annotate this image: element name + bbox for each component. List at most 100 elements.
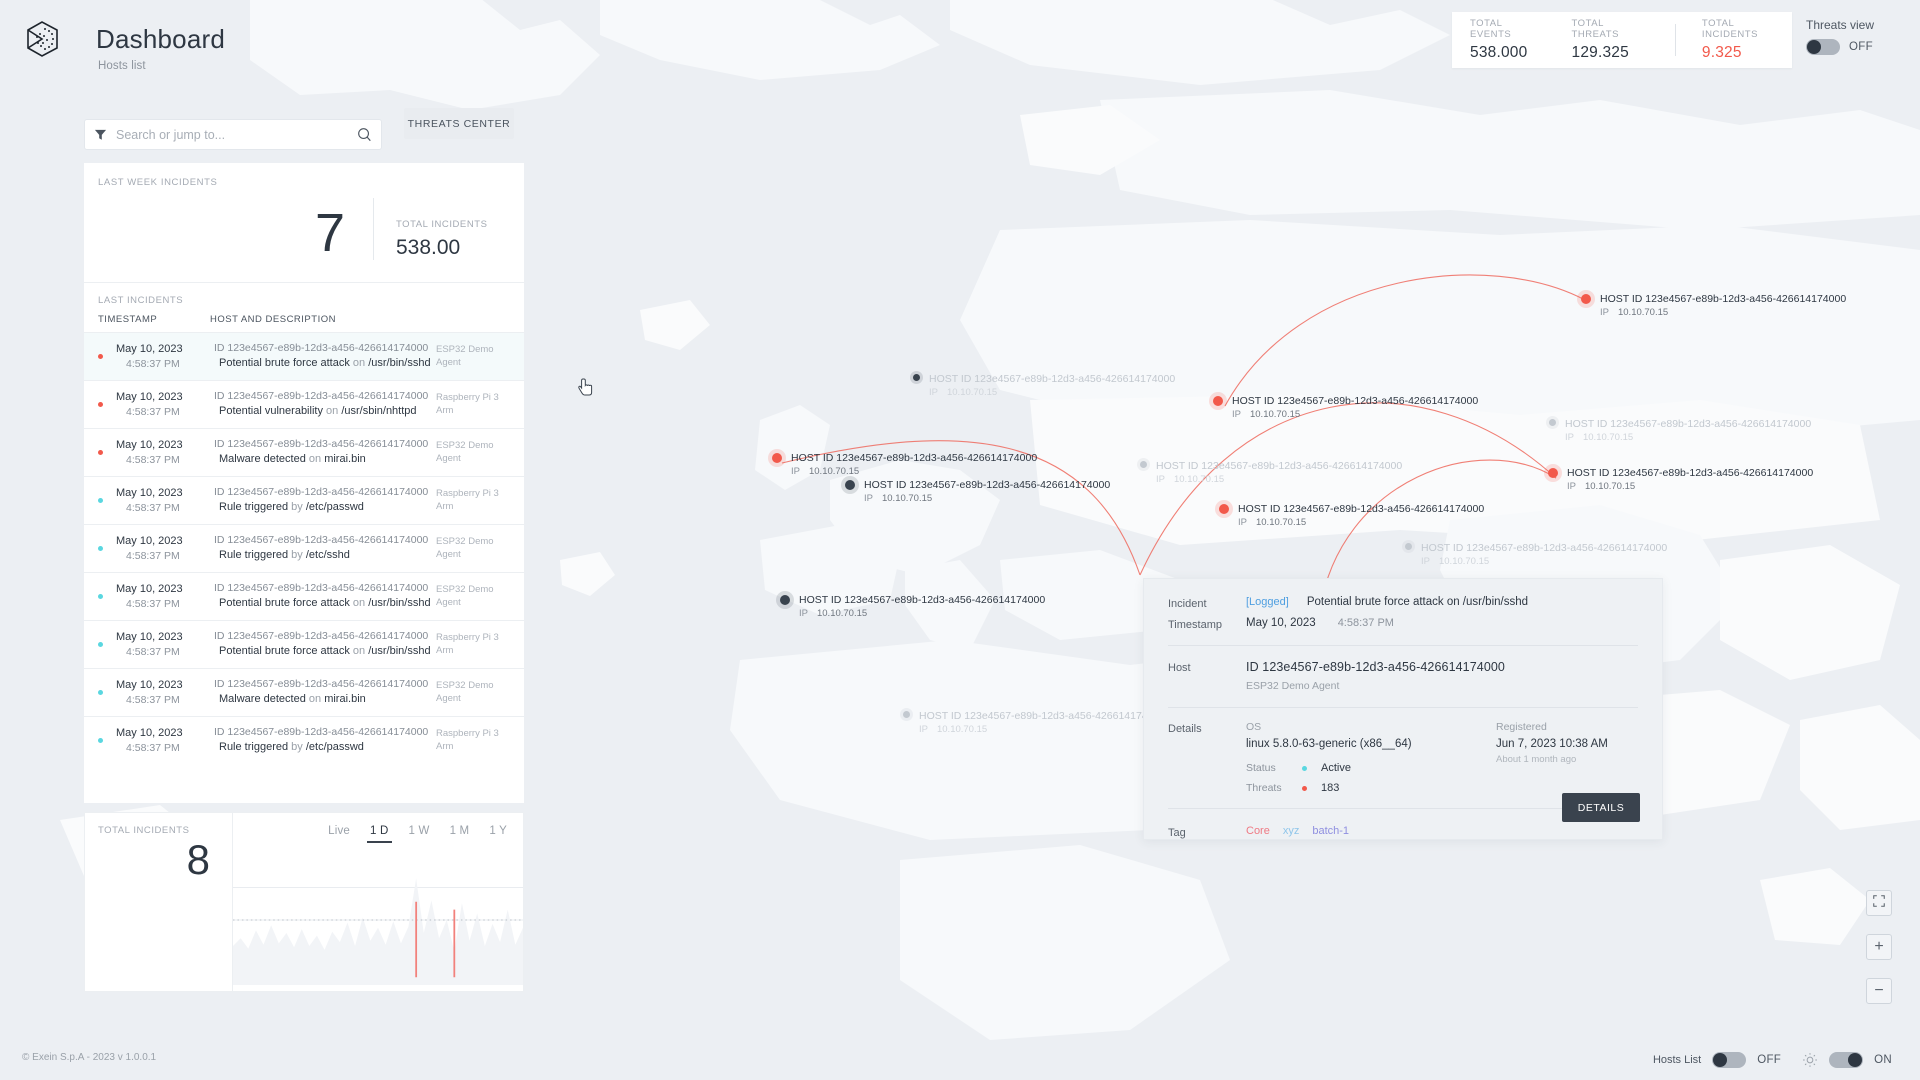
map-marker-host: HOST ID 123e4567-e89b-12d3-a456-42661417… — [791, 452, 1038, 464]
footer-copyright: © Exein S.p.A - 2023 v 1.0.0.1 — [22, 1052, 157, 1063]
zoom-out-button[interactable]: − — [1866, 978, 1892, 1004]
incident-action: Malware detected on mirai.bin — [219, 693, 366, 706]
map-marker-dot-icon — [1577, 290, 1595, 308]
map-marker-dot-icon — [768, 449, 786, 467]
incident-agent: ESP32 Demo Agent — [436, 440, 494, 464]
incident-agent: Raspberry Pi 3 Arm — [436, 632, 499, 656]
popup-incident-text: Potential brute force attack on /usr/bin… — [1306, 596, 1529, 608]
incident-date: May 10, 2023 — [116, 726, 183, 739]
incident-row[interactable]: May 10, 2023 4:58:37 PM ID 123e4567-e89b-1… — [84, 524, 524, 572]
map-host-marker[interactable]: HOST ID 123e4567-e89b-12d3-a456-42661417… — [1137, 458, 1402, 486]
map-host-marker[interactable]: HOST ID 123e4567-e89b-12d3-a456-42661417… — [1546, 416, 1811, 444]
map-host-marker[interactable]: HOST ID 123e4567-e89b-12d3-a456-42661417… — [841, 476, 1110, 505]
timeframe-tab[interactable]: 1 Y — [489, 825, 507, 843]
theme-toggle[interactable] — [1829, 1052, 1864, 1068]
incident-row[interactable]: May 10, 2023 4:58:37 PM ID 123e4567-e89b-1… — [84, 572, 524, 620]
timeframe-tab[interactable]: Live — [328, 825, 350, 843]
incident-row[interactable]: May 10, 2023 4:58:37 PM ID 123e4567-e89b-1… — [84, 428, 524, 476]
last-week-summary: 7 TOTAL INCIDENTS 538.00 — [84, 188, 524, 260]
incident-row[interactable]: May 10, 2023 4:58:37 PM ID 123e4567-e89b-1… — [84, 476, 524, 524]
map-marker-dot-icon — [900, 708, 913, 721]
incident-row[interactable]: May 10, 2023 4:58:37 PM ID 123e4567-e89b-1… — [84, 380, 524, 428]
hosts-list-toggle[interactable] — [1712, 1052, 1747, 1068]
incident-timestamp: May 10, 2023 4:58:37 PM — [116, 726, 211, 755]
chart-summary-value: 8 — [186, 836, 210, 883]
incident-detail-popup: Incident [Logged] Potential brute force … — [1143, 578, 1663, 840]
incidents-area-chart[interactable] — [233, 855, 523, 985]
map-marker-ip: IP 10.10.70.15 — [791, 466, 860, 478]
timeframe-tab[interactable]: 1 D — [367, 825, 391, 843]
incident-row[interactable]: May 10, 2023 4:58:37 PM ID 123e4567-e89b-1… — [84, 716, 524, 764]
popup-os-block: OS linux 5.8.0-63-generic (x86__64) Stat… — [1246, 721, 1496, 794]
threats-view-toggle[interactable] — [1806, 39, 1840, 55]
search-input[interactable] — [107, 127, 357, 142]
popup-logged-tag[interactable]: [Logged] — [1246, 596, 1289, 608]
sun-icon — [1802, 1052, 1818, 1068]
incident-time: 4:58:37 PM — [126, 741, 180, 754]
stat-label: TOTAL INCIDENTS — [1701, 18, 1759, 40]
incident-action: Rule triggered by /etc/passwd — [219, 501, 364, 514]
stat-total-threats: TOTAL THREATS 129.325 — [1546, 18, 1653, 62]
tag-core[interactable]: Core — [1246, 825, 1270, 837]
map-marker-dot-icon — [1137, 458, 1150, 471]
hosts-list-label: Hosts List — [1652, 1054, 1702, 1066]
incident-timestamp: May 10, 2023 4:58:37 PM — [116, 534, 211, 563]
tag-batch-1[interactable]: batch-1 — [1312, 825, 1349, 837]
incident-row[interactable]: May 10, 2023 4:58:37 PM ID 123e4567-e89b-1… — [84, 620, 524, 668]
map-marker-ip: IP 10.10.70.15 — [919, 724, 988, 736]
details-button[interactable]: DETAILS — [1562, 793, 1640, 822]
filter-icon[interactable] — [94, 128, 107, 141]
incident-date: May 10, 2023 — [116, 582, 183, 595]
fullscreen-button[interactable] — [1866, 890, 1892, 916]
map-marker-dot-icon — [910, 371, 923, 384]
search-box[interactable] — [84, 119, 382, 150]
map-host-marker[interactable]: HOST ID 123e4567-e89b-12d3-a456-42661417… — [1402, 540, 1667, 568]
total-incidents-label: TOTAL INCIDENTS — [396, 219, 488, 230]
incident-description: ID 123e4567-e89b-12d3-a456-426614174000 P… — [211, 389, 436, 419]
severity-dot-icon — [98, 450, 103, 455]
severity-dot-icon — [98, 690, 103, 695]
timeframe-tab[interactable]: 1 M — [450, 825, 470, 843]
total-incidents-value: 538.00 — [396, 236, 461, 259]
map-host-marker[interactable]: HOST ID 123e4567-e89b-12d3-a456-42661417… — [900, 708, 1165, 736]
map-host-marker[interactable]: HOST ID 123e4567-e89b-12d3-a456-42661417… — [1544, 464, 1813, 493]
incident-action: Rule triggered by /etc/passwd — [219, 741, 364, 754]
map-host-marker[interactable]: HOST ID 123e4567-e89b-12d3-a456-42661417… — [1577, 290, 1846, 319]
incident-timestamp: May 10, 2023 4:58:37 PM — [116, 486, 211, 515]
incident-row[interactable]: May 10, 2023 4:58:37 PM ID 123e4567-e89b-1… — [84, 332, 524, 380]
incident-action: Potential brute force attack on /usr/bin… — [219, 357, 431, 370]
zoom-in-button[interactable]: + — [1866, 934, 1892, 960]
last-week-title: LAST WEEK INCIDENTS — [98, 177, 218, 188]
threats-view-state: OFF — [1849, 41, 1873, 53]
popup-status-key: Status — [1246, 762, 1276, 774]
map-marker-ip: IP 10.10.70.15 — [1421, 556, 1490, 568]
incident-row[interactable]: May 10, 2023 4:58:37 PM ID 123e4567-e89b-1… — [84, 668, 524, 716]
popup-threats-key: Threats — [1246, 782, 1282, 794]
map-marker-ip: IP 10.10.70.15 — [864, 493, 933, 505]
tag-xyz[interactable]: xyz — [1283, 825, 1300, 837]
search-icon[interactable] — [357, 127, 372, 142]
popup-registered-value: Jun 7, 2023 10:38 AM — [1496, 738, 1608, 750]
map-marker-ip: IP 10.10.70.15 — [1567, 481, 1636, 493]
total-incidents-chart-card: TOTAL INCIDENTS 8 Live 1 D 1 W 1 M 1 Y — [84, 812, 524, 992]
map-marker-ip: IP 10.10.70.15 — [929, 387, 998, 399]
map-host-marker[interactable]: HOST ID 123e4567-e89b-12d3-a456-42661417… — [1215, 500, 1484, 529]
popup-timestamp-date: May 10, 2023 — [1246, 617, 1316, 629]
map-host-marker[interactable]: HOST ID 123e4567-e89b-12d3-a456-42661417… — [776, 591, 1045, 620]
incident-time: 4:58:37 PM — [126, 501, 180, 514]
incident-action: Potential vulnerability on /usr/sbin/nht… — [219, 405, 417, 418]
popup-divider-1 — [1168, 645, 1638, 646]
map-host-marker[interactable]: HOST ID 123e4567-e89b-12d3-a456-42661417… — [768, 449, 1038, 478]
timeframe-tab[interactable]: 1 W — [409, 825, 430, 843]
incident-timestamp: May 10, 2023 4:58:37 PM — [116, 390, 211, 419]
map-host-marker[interactable]: HOST ID 123e4567-e89b-12d3-a456-42661417… — [1209, 392, 1478, 421]
incident-description: ID 123e4567-e89b-12d3-a456-426614174000 P… — [211, 629, 436, 659]
incident-time: 4:58:37 PM — [126, 453, 180, 466]
incident-timestamp: May 10, 2023 4:58:37 PM — [116, 582, 211, 611]
incident-time: 4:58:37 PM — [126, 597, 180, 610]
map-host-marker[interactable]: HOST ID 123e4567-e89b-12d3-a456-42661417… — [910, 371, 1175, 399]
threats-center-button[interactable]: THREATS CENTER — [404, 108, 514, 139]
map-marker-dot-icon — [1215, 500, 1233, 518]
last-incidents-title: LAST INCIDENTS — [98, 295, 184, 306]
stat-value: 538.000 — [1470, 44, 1528, 61]
